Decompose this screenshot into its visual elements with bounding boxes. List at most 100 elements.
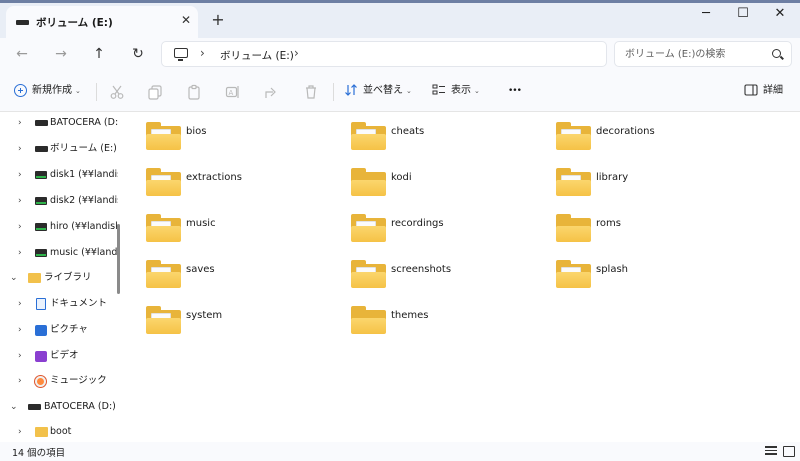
- close-window-button[interactable]: ✕: [766, 4, 794, 24]
- chevron-right-icon[interactable]: ›: [18, 162, 22, 188]
- sidebar-item-boot[interactable]: › boot: [0, 419, 118, 442]
- details-pane-button[interactable]: 詳細: [744, 82, 783, 100]
- refresh-button[interactable]: ↻: [128, 44, 148, 64]
- folder-name: cheats: [391, 126, 425, 137]
- folder-item[interactable]: library: [556, 168, 756, 204]
- chevron-right-icon[interactable]: ›: [18, 136, 22, 162]
- back-button[interactable]: ←: [12, 44, 32, 64]
- folder-item[interactable]: themes: [351, 306, 551, 342]
- divider: [333, 83, 334, 101]
- chevron-right-icon[interactable]: ›: [18, 368, 22, 394]
- view-button[interactable]: 表示 ⌄: [432, 82, 480, 100]
- search-box[interactable]: [614, 41, 792, 67]
- folder-item[interactable]: kodi: [351, 168, 551, 204]
- new-tab-button[interactable]: +: [208, 10, 228, 30]
- sidebar-item-pictures[interactable]: › ピクチャ: [0, 317, 118, 343]
- sidebar-item-label: disk1 (¥¥landisk: [50, 169, 118, 180]
- folder-item[interactable]: bios: [146, 122, 346, 158]
- sidebar-item-music-drive[interactable]: › music (¥¥landi: [0, 240, 118, 266]
- chevron-right-icon[interactable]: ›: [18, 214, 22, 240]
- library-folder-icon: [28, 273, 41, 283]
- folder-icon: [35, 427, 48, 437]
- share-icon[interactable]: [264, 84, 280, 100]
- maximize-button[interactable]: ☐: [729, 4, 757, 24]
- videos-icon: [35, 351, 47, 362]
- sidebar-item-music[interactable]: › ミュージック: [0, 368, 118, 394]
- sidebar-item-disk1[interactable]: › disk1 (¥¥landisk: [0, 162, 118, 188]
- divider: [96, 83, 97, 101]
- cut-icon[interactable]: [109, 84, 125, 100]
- chevron-right-icon[interactable]: ›: [18, 317, 22, 343]
- search-icon[interactable]: [772, 49, 781, 58]
- folder-item[interactable]: music: [146, 214, 346, 250]
- sidebar-item-documents[interactable]: › ドキュメント: [0, 291, 118, 317]
- folder-name: library: [596, 172, 629, 183]
- chevron-right-icon[interactable]: ›: [18, 188, 22, 214]
- music-icon: [35, 376, 46, 387]
- delete-icon[interactable]: [303, 84, 319, 100]
- folder-item[interactable]: saves: [146, 260, 346, 296]
- folder-item[interactable]: recordings: [351, 214, 551, 250]
- breadcrumb-separator[interactable]: ›: [200, 46, 205, 60]
- new-button[interactable]: 新規作成 ⌄: [14, 82, 81, 100]
- command-bar: 新規作成 ⌄ A 並べ替え ⌄ 表示 ⌄ ••• 詳細: [0, 70, 800, 112]
- sidebar-item-label: BATOCERA (D:): [50, 117, 118, 128]
- network-drive-icon: [35, 249, 47, 257]
- folder-icon: [556, 168, 591, 196]
- sidebar-item-batocera-d-2[interactable]: ⌄ BATOCERA (D:): [0, 394, 118, 420]
- forward-button[interactable]: →: [51, 44, 71, 64]
- tab-volume-e[interactable]: ボリューム (E:) ✕: [6, 6, 198, 38]
- sidebar-item-label: ミュージック: [50, 375, 107, 386]
- tab-close-icon[interactable]: ✕: [178, 12, 194, 28]
- file-list: bios cheats decorations extractions kodi…: [126, 112, 800, 442]
- sidebar-item-label: ドキュメント: [50, 298, 108, 309]
- chevron-right-icon[interactable]: ›: [18, 291, 22, 317]
- chevron-down-icon[interactable]: ⌄: [10, 265, 18, 291]
- paste-icon[interactable]: [186, 84, 202, 100]
- folder-item[interactable]: system: [146, 306, 346, 342]
- sidebar-item-disk2[interactable]: › disk2 (¥¥landisk: [0, 188, 118, 214]
- chevron-right-icon[interactable]: ›: [18, 419, 22, 442]
- sidebar-scrollbar[interactable]: [117, 224, 120, 294]
- chevron-right-icon[interactable]: ›: [18, 112, 22, 136]
- drive-icon: [16, 20, 29, 25]
- folder-item[interactable]: roms: [556, 214, 756, 250]
- breadcrumb-location[interactable]: ボリューム (E:): [220, 48, 294, 63]
- sort-label: 並べ替え: [363, 85, 403, 96]
- folder-item[interactable]: splash: [556, 260, 756, 296]
- drive-icon: [35, 146, 48, 152]
- folder-item[interactable]: cheats: [351, 122, 551, 158]
- folder-icon: [351, 306, 386, 334]
- sidebar-item-library[interactable]: ⌄ ライブラリ: [0, 265, 118, 291]
- chevron-right-icon[interactable]: ›: [18, 240, 22, 266]
- folder-icon: [146, 260, 181, 288]
- this-pc-icon[interactable]: [174, 48, 188, 61]
- breadcrumb-chevron[interactable]: ›: [294, 46, 299, 60]
- sidebar-item-videos[interactable]: › ビデオ: [0, 343, 118, 369]
- sidebar-item-label: ピクチャ: [50, 324, 88, 335]
- details-view-icon[interactable]: [765, 446, 777, 457]
- chevron-right-icon[interactable]: ›: [18, 343, 22, 369]
- copy-icon[interactable]: [147, 84, 163, 100]
- sidebar-item-batocera-d[interactable]: › BATOCERA (D:): [0, 112, 118, 136]
- folder-item[interactable]: screenshots: [351, 260, 551, 296]
- tab-title: ボリューム (E:): [36, 17, 113, 29]
- chevron-down-icon[interactable]: ⌄: [10, 394, 18, 420]
- sidebar-item-label: disk2 (¥¥landisk: [50, 195, 118, 206]
- drive-icon: [28, 404, 41, 410]
- minimize-button[interactable]: ─: [692, 4, 720, 24]
- folder-icon: [556, 214, 591, 242]
- folder-name: screenshots: [391, 264, 452, 275]
- sidebar-item-volume-e[interactable]: › ボリューム (E:): [0, 136, 118, 162]
- address-bar[interactable]: › ボリューム (E:) ›: [161, 41, 607, 67]
- sidebar-item-hiro[interactable]: › hiro (¥¥landisk: [0, 214, 118, 240]
- up-button[interactable]: ↑: [89, 44, 109, 64]
- folder-item[interactable]: extractions: [146, 168, 346, 204]
- search-input[interactable]: [625, 46, 765, 62]
- window-top-accent: [0, 0, 800, 3]
- sort-button[interactable]: 並べ替え ⌄: [344, 82, 412, 100]
- rename-icon[interactable]: A: [225, 84, 241, 100]
- large-icons-view-icon[interactable]: [783, 446, 795, 457]
- more-options-button[interactable]: •••: [508, 82, 522, 100]
- folder-item[interactable]: decorations: [556, 122, 756, 158]
